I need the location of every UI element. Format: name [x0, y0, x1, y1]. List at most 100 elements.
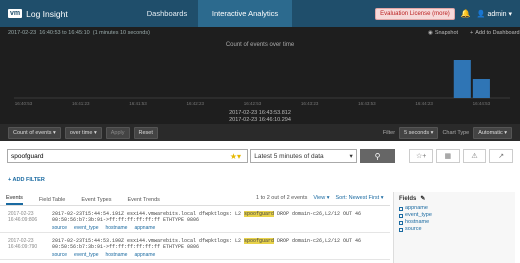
- x-tick-label: 16:42:23: [186, 101, 204, 106]
- star-favorite-icon[interactable]: ★▾: [224, 152, 248, 161]
- chart-time-range: 2017-02-23 16:40:53 to 16:45:10 (1 minut…: [8, 30, 150, 36]
- event-text[interactable]: 2017-02-23T15:44:54.191Z esxi44.vmwarebi…: [52, 211, 361, 223]
- tab-events[interactable]: Events: [6, 195, 23, 205]
- search-input[interactable]: [7, 149, 248, 163]
- x-tick-label: 16:42:53: [244, 101, 262, 106]
- x-tick-label: 16:43:23: [301, 101, 319, 106]
- field-item[interactable]: hostname: [399, 219, 510, 226]
- search-highlight: spoofguard: [244, 238, 275, 244]
- reset-button[interactable]: Reset: [133, 126, 158, 139]
- license-badge[interactable]: Evaluation License (more): [375, 7, 455, 20]
- nav-tab-dashboards[interactable]: Dashboards: [136, 0, 198, 27]
- event-text-end: DROP domain-c26,L2/12 OUT 46: [274, 211, 362, 217]
- nav-tab-interactive-analytics[interactable]: Interactive Analytics: [198, 0, 292, 27]
- field-checkbox[interactable]: [399, 220, 403, 225]
- chart-type-select[interactable]: Automatic ▾: [473, 126, 512, 139]
- chart-bar[interactable]: [472, 79, 490, 98]
- results-info: 1 to 2 out of 2 events View ▾ Sort: Newe…: [256, 195, 384, 201]
- chart-type-label: Chart Type: [442, 129, 470, 136]
- field-link[interactable]: source: [52, 225, 67, 231]
- query-toolbar: Count of events ▾ over time ▾ Apply Rese…: [0, 124, 520, 141]
- field-checkbox[interactable]: [399, 206, 403, 211]
- interval-select[interactable]: 5 seconds ▾: [399, 126, 439, 139]
- apply-button[interactable]: Apply: [105, 126, 130, 139]
- event-time: 16:46:09:790: [8, 244, 38, 250]
- field-link[interactable]: hostname: [105, 225, 127, 231]
- app-title: Log Insight: [26, 8, 68, 19]
- star-plus-icon: ☆+: [415, 153, 427, 160]
- view-select[interactable]: View ▾: [313, 195, 329, 201]
- event-text[interactable]: 2017-02-23T15:44:53.190Z esxi44.vmwarebi…: [52, 238, 361, 250]
- add-filter-link[interactable]: + ADD FILTER: [8, 177, 45, 183]
- field-name: event_type: [405, 212, 432, 218]
- field-checkbox[interactable]: [399, 213, 403, 218]
- field-link[interactable]: source: [52, 252, 67, 258]
- field-link[interactable]: appname: [134, 225, 155, 231]
- app-logo[interactable]: vm Log Insight: [0, 0, 136, 27]
- field-item[interactable]: source: [399, 226, 510, 233]
- event-count-chart[interactable]: 16:40:53 16:41:23 16:41:53 16:42:23 16:42:53…: [0, 54, 520, 110]
- count-of-events-select[interactable]: Count of events ▾: [8, 126, 61, 139]
- alert-icon: ⚠: [471, 153, 478, 160]
- time-range-select[interactable]: Latest 5 minutes of data ▾: [250, 149, 357, 163]
- chart-range-note: (1 minutes 10 seconds): [92, 30, 150, 36]
- search-button[interactable]: ⚲: [359, 149, 396, 163]
- event-row[interactable]: 2017-02-23 16:46:09:790 2017-02-23T15:44…: [0, 233, 390, 260]
- alert-button[interactable]: ⚠: [462, 149, 487, 163]
- event-time: 16:46:09:806: [8, 217, 38, 223]
- field-link[interactable]: appname: [134, 252, 155, 258]
- chart-panel: 2017-02-23 16:40:53 to 16:45:10 (1 minut…: [0, 27, 520, 124]
- tab-field-table[interactable]: Field Table: [39, 197, 66, 205]
- x-tick-label: 16:44:53: [473, 101, 491, 106]
- x-tick-label: 16:44:23: [415, 101, 433, 106]
- filter-label: Filter: [382, 129, 396, 136]
- event-text-line2: 00:50:56:b7:3b:91->ff:ff:ff:ff:ff:ff ETH…: [52, 244, 200, 250]
- event-row[interactable]: 2017-02-23 16:46:09:806 2017-02-23T15:44…: [0, 206, 390, 233]
- field-checkbox[interactable]: [399, 227, 403, 232]
- event-fields: source event_type hostname appname: [52, 225, 155, 231]
- fields-title: Fields: [399, 195, 417, 202]
- user-menu[interactable]: 👤 admin ▾: [477, 10, 512, 18]
- fields-panel: Fields ✎ appname event_type hostname sou…: [393, 192, 515, 263]
- dashboard-button[interactable]: ▦: [435, 149, 460, 163]
- tab-event-types[interactable]: Event Types: [81, 197, 111, 205]
- field-link[interactable]: hostname: [105, 252, 127, 258]
- field-link[interactable]: event_type: [74, 252, 98, 258]
- tab-event-trends[interactable]: Event Trends: [128, 197, 160, 205]
- field-link[interactable]: event_type: [74, 225, 98, 231]
- chart-time-end: 16:45:10: [68, 30, 90, 36]
- x-tick-label: 16:40:53: [15, 101, 33, 106]
- event-text-line2: 00:50:56:b7:3b:91->ff:ff:ff:ff:ff:ff ETH…: [52, 217, 200, 223]
- bell-icon[interactable]: 🔔: [461, 9, 471, 18]
- field-item[interactable]: event_type: [399, 212, 510, 219]
- export-button[interactable]: ↗: [489, 149, 514, 163]
- favorites-button[interactable]: ☆+: [409, 149, 433, 163]
- user-name: admin: [487, 10, 507, 18]
- sort-select[interactable]: Sort: Newest First ▾: [336, 195, 384, 201]
- x-tick-label: 16:43:53: [358, 101, 376, 106]
- export-icon: ↗: [498, 153, 505, 160]
- event-text-end: DROP domain-c26,L2/12 OUT 46: [274, 238, 362, 244]
- time-range-label: Latest 5 minutes of data: [254, 152, 324, 160]
- magnifier-icon: ⚲: [374, 151, 381, 161]
- snapshot-button[interactable]: ◉ Snapshot: [428, 30, 458, 36]
- top-nav-bar: vm Log Insight Dashboards Interactive An…: [0, 0, 520, 27]
- field-item[interactable]: appname: [399, 205, 510, 212]
- chart-title: Count of events over time: [225, 42, 295, 48]
- chart-date: 2017-02-23: [8, 30, 37, 36]
- pencil-icon[interactable]: ✎: [420, 195, 425, 202]
- fields-panel-title: Fields ✎: [399, 195, 510, 203]
- field-name: source: [405, 226, 422, 232]
- over-time-select[interactable]: over time ▾: [64, 126, 102, 139]
- results-count: 1 to 2 out of 2 events: [256, 195, 308, 201]
- chart-time-start: 16:40:53: [39, 30, 61, 36]
- plus-icon: +: [470, 30, 474, 36]
- chart-bar[interactable]: [453, 60, 471, 98]
- x-tick-label: 16:41:23: [72, 101, 90, 106]
- event-timestamp: 2017-02-23 16:46:09:806: [8, 211, 37, 223]
- chevron-down-icon: ▾: [349, 153, 353, 160]
- grid-icon: ▦: [444, 153, 452, 160]
- vm-logo-badge: vm: [8, 9, 23, 18]
- add-to-dashboard-button[interactable]: + Add to Dashboard: [470, 30, 520, 36]
- search-row: ★▾ Latest 5 minutes of data ▾ ⚲ ☆+ ▦ ⚠ ↗: [7, 148, 514, 164]
